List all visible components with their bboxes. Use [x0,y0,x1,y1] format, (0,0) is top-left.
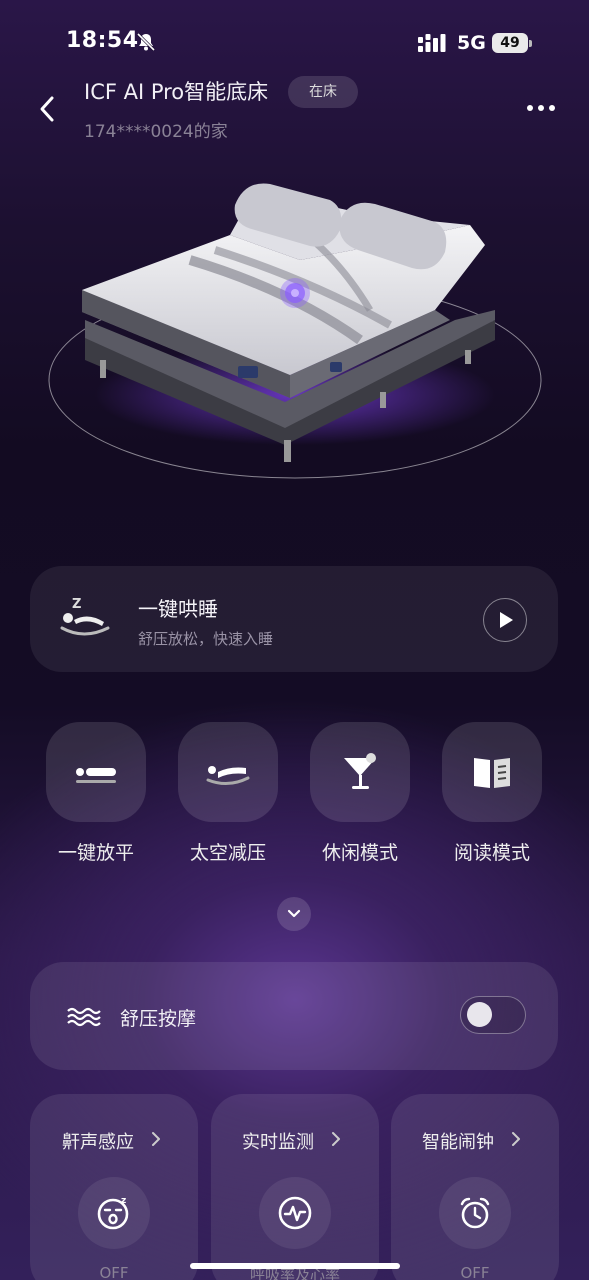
smart-alarm-title: 智能闹钟 [422,1132,494,1153]
heartbeat-icon [278,1196,312,1230]
battery-level: 49 [492,33,528,53]
mode-zero-gravity-label: 太空减压 [189,842,266,864]
mode-reading-label: 阅读模式 [453,842,530,864]
snore-status: OFF [99,1264,129,1280]
snore-face-icon: z [97,1196,129,1230]
flat-bed-icon [76,768,116,783]
bell-off-icon [136,32,156,52]
network-type: 5G [457,32,486,54]
status-time: 18:54 [66,28,139,53]
massage-toggle[interactable] [460,996,526,1034]
more-dots-icon[interactable] [524,96,558,120]
chevron-right-icon [332,1132,340,1146]
mode-flat-label: 一键放平 [57,842,134,864]
alarm-status: OFF [460,1264,490,1280]
sleep-card-title: 一键哄睡 [138,597,218,621]
cocktail-icon [344,753,376,789]
alarm-icon-wrap [439,1177,511,1249]
chevron-down-icon [287,909,301,918]
chevron-right-icon [152,1132,160,1146]
massage-label: 舒压按摩 [120,1008,197,1030]
chevron-right-icon [512,1132,520,1146]
play-icon [500,612,513,628]
zero-gravity-icon [206,766,250,785]
home-indicator[interactable] [190,1263,400,1269]
mode-leisure-label: 休闲模式 [321,842,398,864]
alarm-clock-icon [460,1197,490,1229]
snore-detection-title: 鼾声感应 [62,1132,134,1153]
wave-icon [67,1007,101,1027]
monitor-icon-wrap [259,1177,331,1249]
mode-reading-button[interactable] [442,722,542,822]
bed-status-badge: 在床 [288,76,358,108]
home-name: 174****0024的家 [84,122,228,142]
sleep-card-subtitle: 舒压放松，快速入睡 [138,630,274,648]
svg-text:z: z [121,1196,126,1206]
mode-zero-gravity-button[interactable] [178,722,278,822]
expand-modes-button[interactable] [277,897,311,931]
live-monitor-title: 实时监测 [242,1132,314,1153]
toggle-knob [467,1002,492,1027]
sleep-icon: Z [60,597,110,636]
play-button[interactable] [483,598,527,642]
signal-icon [418,34,446,52]
mode-leisure-button[interactable] [310,722,410,822]
bed-illustration[interactable] [40,170,550,490]
svg-text:Z: Z [72,597,81,612]
mode-flat-button[interactable] [46,722,146,822]
device-title: ICF AI Pro智能底床 [84,80,269,104]
book-icon [474,758,510,788]
snore-icon-wrap: z [78,1177,150,1249]
back-arrow-icon[interactable] [34,94,62,124]
battery-icon: 49 [492,33,532,53]
